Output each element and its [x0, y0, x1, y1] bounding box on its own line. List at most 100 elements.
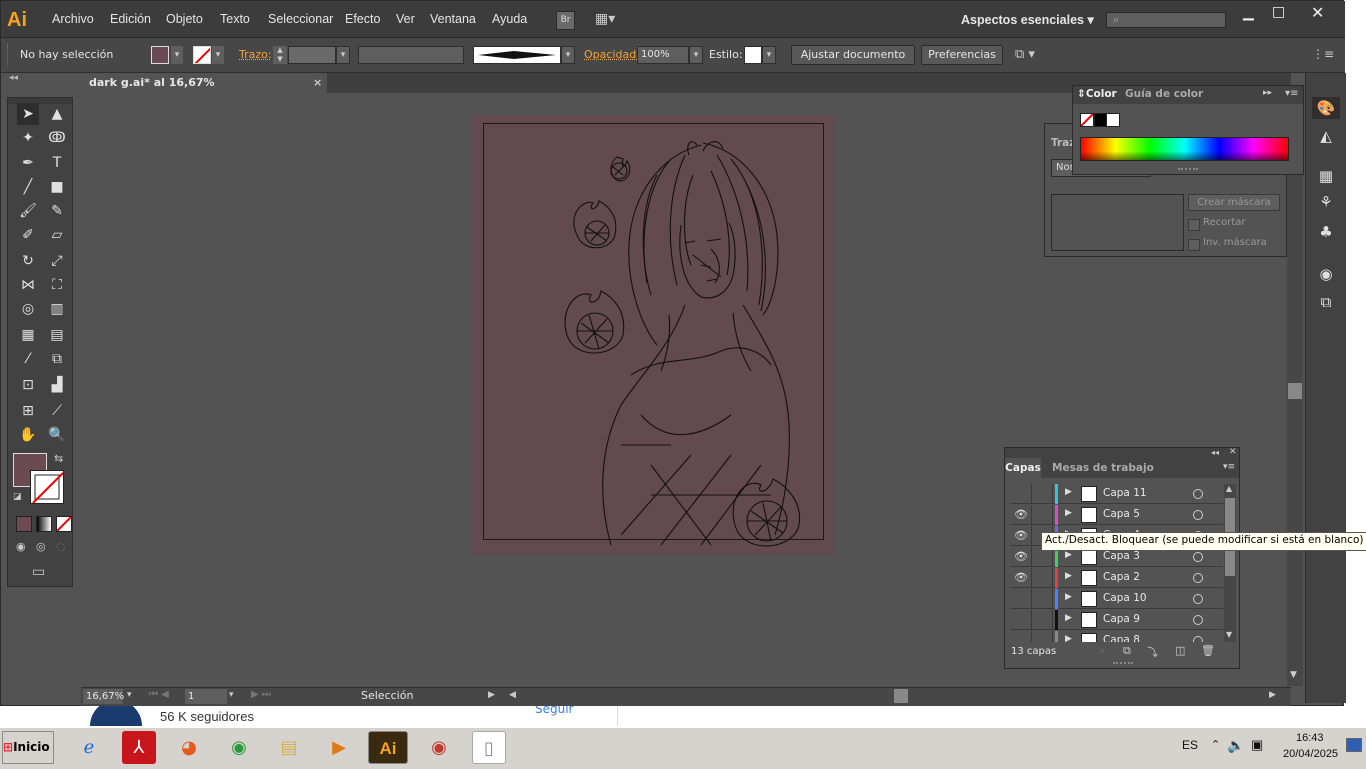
media-player-icon[interactable]: ▶: [322, 731, 356, 764]
show-hidden-icons[interactable]: ⌃: [1211, 738, 1220, 751]
visibility-eye-icon[interactable]: [1011, 484, 1032, 504]
status-menu-arrow[interactable]: ▶: [488, 690, 495, 700]
lock-toggle[interactable]: [1032, 484, 1053, 504]
visibility-eye-icon[interactable]: 👁: [1011, 568, 1032, 588]
swap-fill-stroke-icon[interactable]: ⇆: [54, 452, 63, 465]
close-button[interactable]: ✕: [1311, 3, 1324, 22]
horizontal-scroll-thumb[interactable]: [894, 689, 908, 703]
color-panel-menu-icon[interactable]: ▾≡: [1285, 88, 1298, 99]
control-panel-menu-icon[interactable]: ⋮≡: [1312, 47, 1334, 61]
graphic-style-dropdown[interactable]: ▾: [762, 46, 776, 64]
artboard-dropdown-icon[interactable]: ▾: [229, 690, 234, 700]
illustrator-taskbar-icon[interactable]: Ai: [368, 731, 408, 764]
artboards-tab[interactable]: Mesas de trabajo: [1052, 462, 1154, 474]
direct-selection-tool-icon[interactable]: ▲: [46, 103, 68, 125]
current-tool-status[interactable]: Selección: [361, 689, 413, 702]
first-artboard-icon[interactable]: ⏮ ◀: [149, 689, 169, 700]
blend-tool-icon[interactable]: ⧉: [46, 348, 68, 370]
new-layer-icon[interactable]: ◫: [1175, 644, 1185, 657]
start-button[interactable]: ⊞Inicio: [2, 731, 54, 764]
delete-layer-icon[interactable]: 🗑: [1201, 644, 1215, 657]
hand-tool-icon[interactable]: ✋: [17, 424, 39, 446]
menu-ayuda[interactable]: Ayuda: [492, 12, 527, 26]
expand-layer-icon[interactable]: ▶: [1065, 508, 1072, 518]
layer-row[interactable]: ▶ Capa 9: [1011, 610, 1223, 630]
stroke-color-swatch[interactable]: [30, 470, 64, 504]
fill-dropdown-icon[interactable]: ▾: [171, 46, 183, 64]
chrome-profile-icon[interactable]: ◉: [422, 731, 456, 764]
scroll-down-arrow[interactable]: ▼: [1290, 670, 1297, 680]
rotate-tool-icon[interactable]: ↻: [17, 250, 39, 272]
opacity-field[interactable]: 100%: [637, 46, 689, 64]
panel-collapse-icon[interactable]: ▸▸: [1263, 88, 1272, 98]
menu-efecto[interactable]: Efecto: [345, 12, 380, 26]
free-transform-tool-icon[interactable]: ⛶: [46, 274, 68, 296]
opacity-label[interactable]: Opacidad:: [584, 48, 640, 61]
menu-edicion[interactable]: Edición: [110, 12, 151, 26]
gradient-tool-icon[interactable]: ▤: [46, 324, 68, 346]
document-setup-icon[interactable]: ⧉ ▾: [1015, 47, 1035, 62]
expand-layer-icon[interactable]: ▶: [1065, 613, 1072, 623]
close-tab-icon[interactable]: ×: [313, 73, 322, 93]
gradient-mode-icon[interactable]: [36, 516, 52, 532]
layers-close-icon[interactable]: ✕: [1229, 447, 1237, 457]
eyedropper-tool-icon[interactable]: ⁄: [17, 348, 39, 370]
artboard-tool-icon[interactable]: ⊞: [17, 400, 39, 422]
layer-row[interactable]: ▶ Capa 10: [1011, 589, 1223, 609]
line-tool-icon[interactable]: ╱: [17, 176, 39, 198]
shape-builder-tool-icon[interactable]: ◎: [17, 298, 39, 320]
lasso-tool-icon[interactable]: ↂ: [46, 127, 68, 149]
color-tab[interactable]: ⇕Color: [1077, 88, 1117, 100]
visibility-eye-icon[interactable]: [1011, 631, 1032, 642]
layer-row[interactable]: ▶ Capa 11: [1011, 484, 1223, 504]
layers-scroll-up[interactable]: ▲: [1226, 484, 1232, 493]
clip-checkbox[interactable]: [1188, 219, 1200, 231]
make-clipping-mask-icon[interactable]: ⧉: [1123, 644, 1131, 658]
fill-swatch[interactable]: [151, 46, 169, 64]
zoom-tool-icon[interactable]: 🔍: [46, 424, 68, 446]
internet-explorer-icon[interactable]: ℯ: [72, 731, 106, 764]
next-artboard-icon[interactable]: ▶ ⏭: [251, 689, 271, 700]
target-circle-icon[interactable]: [1193, 615, 1203, 625]
network-icon[interactable]: ▣: [1251, 737, 1263, 753]
default-fill-stroke-icon[interactable]: ◪: [13, 492, 22, 502]
minimize-button[interactable]: ▁: [1243, 5, 1254, 21]
target-circle-icon[interactable]: [1193, 552, 1203, 562]
clock-date[interactable]: 20/04/2025: [1283, 748, 1338, 760]
layers-scroll-down[interactable]: ▼: [1226, 630, 1232, 639]
layer-row[interactable]: 👁 ▶ Capa 2: [1011, 568, 1223, 588]
opacity-dropdown[interactable]: ▾: [689, 46, 703, 64]
selection-tool-icon[interactable]: ➤: [17, 103, 39, 125]
perspective-grid-tool-icon[interactable]: ▥: [46, 298, 68, 320]
draw-inside-icon[interactable]: ◌: [56, 540, 66, 553]
visibility-eye-icon[interactable]: 👁: [1011, 526, 1032, 546]
layers-scrollbar[interactable]: ▲ ▼: [1224, 484, 1236, 642]
scroll-left-arrow[interactable]: ◀: [509, 690, 516, 700]
target-circle-icon[interactable]: [1193, 573, 1203, 583]
target-circle-icon[interactable]: [1193, 636, 1203, 642]
locate-object-icon[interactable]: ⌕: [1099, 644, 1105, 658]
menu-archivo[interactable]: Archivo: [52, 12, 94, 26]
panel-resize-grip[interactable]: [1178, 168, 1198, 173]
width-tool-icon[interactable]: ⋈: [17, 274, 39, 296]
screen-mode-icon[interactable]: ▭: [32, 564, 45, 580]
clock-time[interactable]: 16:43: [1296, 732, 1324, 744]
vertical-scrollbar[interactable]: ▼: [1287, 93, 1303, 686]
stroke-weight-field[interactable]: [288, 46, 336, 64]
maximize-button[interactable]: □: [1272, 4, 1285, 20]
symbols-icon[interactable]: ♣: [1312, 221, 1340, 243]
workspace-switcher[interactable]: Aspectos esenciales ▾: [961, 12, 1094, 27]
layers-tab[interactable]: Capas: [1005, 458, 1041, 478]
file-explorer-icon[interactable]: ▤: [272, 731, 306, 764]
zoom-field[interactable]: 16,67%: [83, 689, 124, 704]
color-spectrum[interactable]: [1080, 137, 1289, 161]
menu-ventana[interactable]: Ventana: [430, 12, 476, 26]
stroke-swatch[interactable]: [193, 46, 211, 64]
brushes-icon[interactable]: ⚘: [1312, 191, 1340, 213]
pen-tool-icon[interactable]: ✒: [17, 152, 39, 174]
fit-document-button[interactable]: Ajustar documento: [791, 45, 915, 65]
mesh-tool-icon[interactable]: ▦: [17, 324, 39, 346]
stroke-weight-stepper[interactable]: ▲ ▼: [273, 46, 287, 64]
expand-layer-icon[interactable]: ▶: [1065, 634, 1072, 642]
stroke-label[interactable]: Trazo:: [239, 48, 272, 61]
